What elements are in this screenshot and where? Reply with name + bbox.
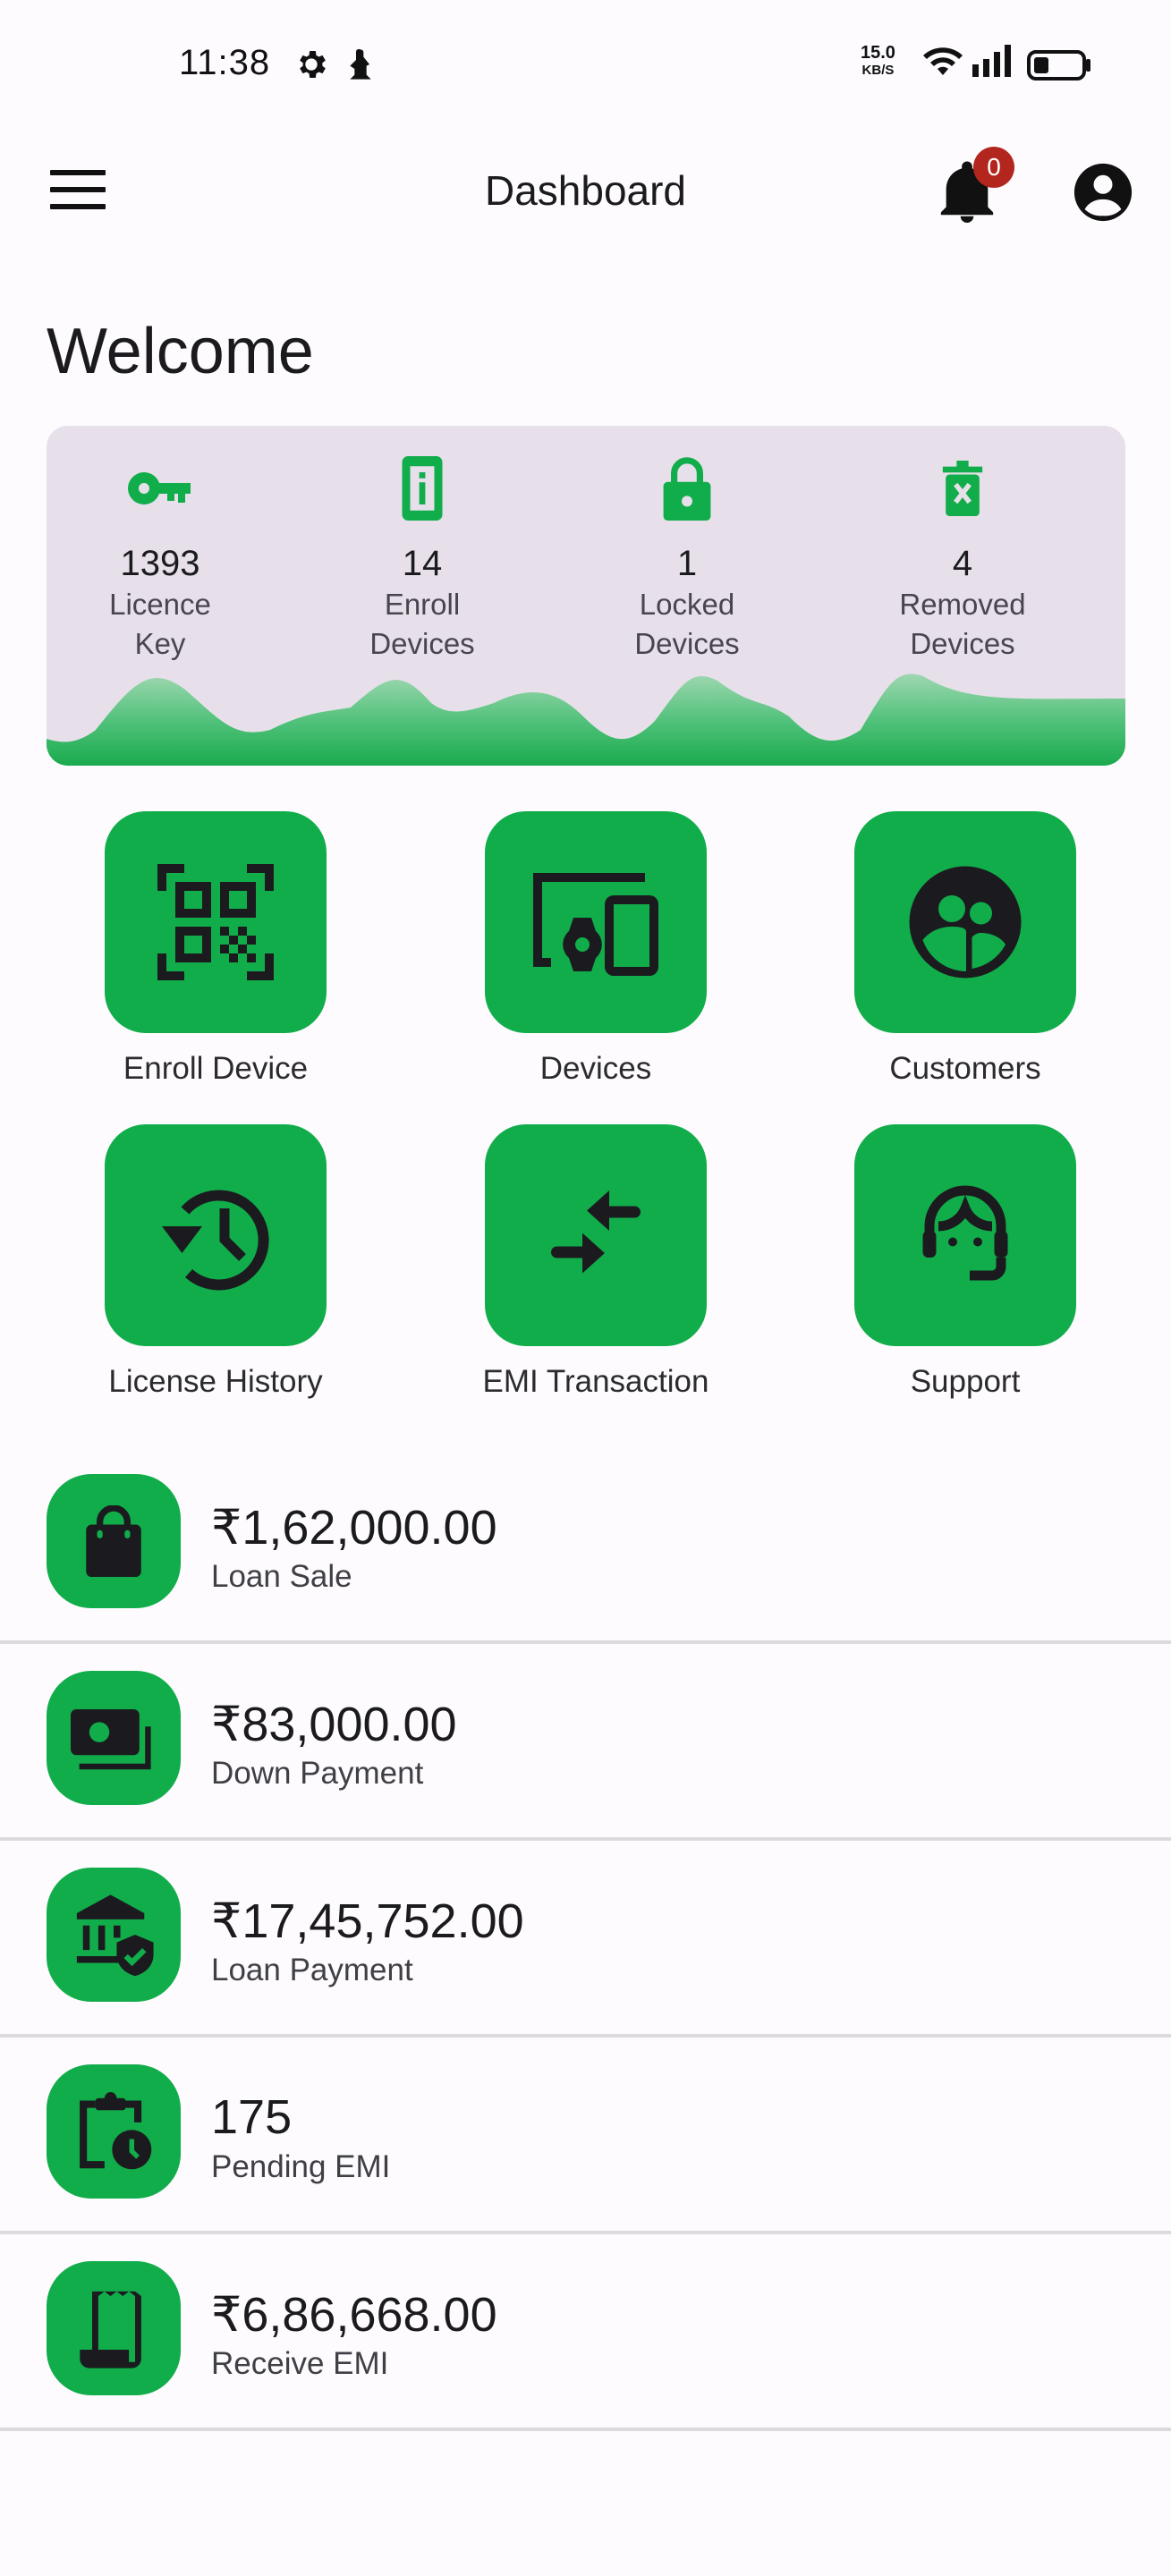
icon-container bbox=[47, 1671, 181, 1805]
stat-licence-key[interactable]: 1393 Licence Key bbox=[47, 453, 276, 664]
tile-label: Devices bbox=[539, 1051, 652, 1086]
key-icon bbox=[47, 453, 276, 524]
tile-label: License History bbox=[108, 1364, 323, 1399]
icon-container bbox=[47, 1474, 181, 1608]
icon-container bbox=[47, 2261, 181, 2395]
payments-icon bbox=[71, 1709, 151, 1770]
summary-item-receive-emi[interactable]: ₹6,86,668.00 Receive EMI bbox=[0, 2234, 1171, 2431]
bank-shield-icon bbox=[76, 1894, 154, 1977]
icon-container bbox=[47, 2064, 181, 2199]
compare-arrows-icon bbox=[551, 1191, 641, 1274]
delete-icon bbox=[846, 453, 1079, 524]
tile-label: Enroll Device bbox=[123, 1051, 309, 1086]
phone-info-icon bbox=[306, 453, 539, 524]
stat-enroll-devices[interactable]: 14 Enroll Devices bbox=[306, 453, 539, 664]
wifi-icon bbox=[921, 43, 964, 83]
wave-decoration bbox=[47, 674, 1125, 766]
lock-icon bbox=[571, 453, 803, 524]
account-circle-icon bbox=[1073, 163, 1133, 222]
summary-label: Loan Sale bbox=[211, 1559, 352, 1594]
tile-customers[interactable]: Customers bbox=[854, 811, 1076, 1086]
tile-support[interactable]: Support bbox=[854, 1124, 1076, 1399]
tile-label: EMI Transaction bbox=[482, 1364, 709, 1399]
notification-badge: 0 bbox=[973, 147, 1014, 188]
summary-item-pending-emi[interactable]: 175 Pending EMI bbox=[0, 2038, 1171, 2234]
summary-label: Receive EMI bbox=[211, 2346, 389, 2381]
pending-clipboard-icon bbox=[80, 2092, 152, 2170]
summary-value: ₹6,86,668.00 bbox=[211, 2288, 497, 2342]
shopping-bag-icon bbox=[86, 1505, 141, 1577]
status-bar: 11:38 15.0 KB/S bbox=[0, 0, 1171, 134]
tile-label: Customers bbox=[889, 1051, 1041, 1086]
summary-item-down-payment[interactable]: ₹83,000.00 Down Payment bbox=[0, 1644, 1171, 1841]
tile-enroll-device[interactable]: Enroll Device bbox=[105, 811, 327, 1086]
tile-devices[interactable]: Devices bbox=[485, 811, 707, 1086]
profile-button[interactable] bbox=[1072, 161, 1134, 224]
history-icon bbox=[162, 1190, 269, 1291]
welcome-heading: Welcome bbox=[47, 316, 314, 387]
summary-label: Pending EMI bbox=[211, 2149, 391, 2184]
tile-license-history[interactable]: License History bbox=[105, 1124, 327, 1399]
stat-removed-devices[interactable]: 4 Removed Devices bbox=[846, 453, 1079, 664]
notification-app-icon bbox=[345, 47, 376, 87]
summary-value: 175 bbox=[211, 2090, 293, 2144]
network-speed: 15.0 KB/S bbox=[861, 43, 895, 78]
summary-label: Down Payment bbox=[211, 1756, 424, 1791]
receipt-icon bbox=[80, 2291, 141, 2368]
qr-scan-icon bbox=[157, 864, 274, 980]
devices-icon bbox=[533, 873, 658, 976]
summary-value: ₹1,62,000.00 bbox=[211, 1501, 497, 1555]
settings-gear-icon bbox=[293, 47, 329, 87]
icon-container bbox=[47, 1868, 181, 2002]
summary-item-loan-payment[interactable]: ₹17,45,752.00 Loan Payment bbox=[0, 1841, 1171, 2038]
summary-label: Loan Payment bbox=[211, 1953, 413, 1987]
group-circle-icon bbox=[909, 866, 1022, 979]
summary-item-loan-sale[interactable]: ₹1,62,000.00 Loan Sale bbox=[0, 1447, 1171, 1644]
stats-card: 1393 Licence Key 14 Enroll Devices 1 Loc… bbox=[47, 426, 1125, 766]
summary-value: ₹17,45,752.00 bbox=[211, 1894, 524, 1948]
tile-emi-transaction[interactable]: EMI Transaction bbox=[483, 1124, 709, 1399]
signal-icon bbox=[971, 45, 1014, 81]
battery-icon bbox=[1027, 50, 1091, 85]
tile-label: Support bbox=[910, 1364, 1021, 1399]
stat-locked-devices[interactable]: 1 Locked Devices bbox=[571, 453, 803, 664]
summary-value: ₹83,000.00 bbox=[211, 1698, 457, 1751]
support-agent-icon bbox=[922, 1185, 1008, 1281]
status-time: 11:38 bbox=[179, 43, 271, 82]
